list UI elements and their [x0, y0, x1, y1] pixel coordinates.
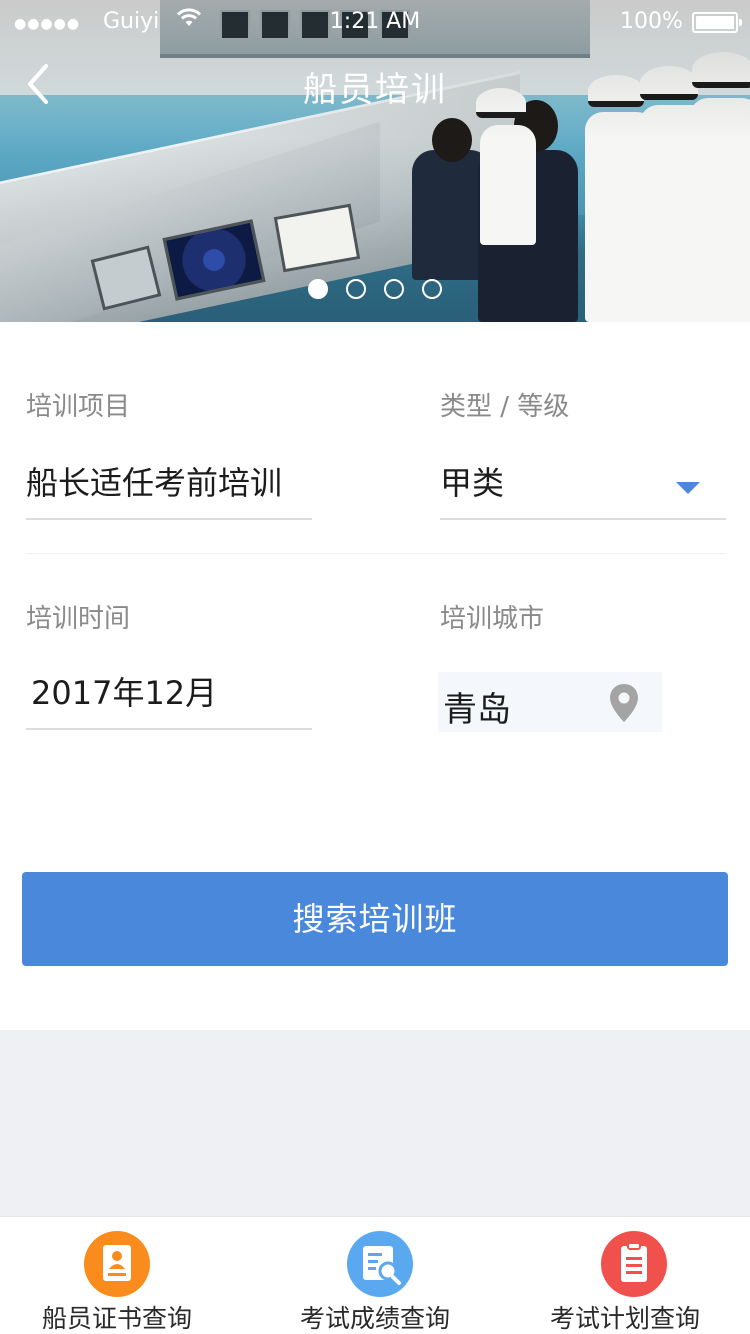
battery-percent: 100% — [620, 9, 683, 34]
carousel-dot[interactable] — [308, 279, 328, 299]
tab-label: 船员证书查询 — [41, 1304, 192, 1333]
carousel-dot[interactable] — [384, 279, 404, 299]
banner-officer — [480, 125, 536, 245]
certificate-icon — [84, 1231, 150, 1297]
project-field[interactable]: 船长适任考前培训 — [26, 456, 312, 520]
score-search-icon — [347, 1231, 413, 1297]
time-field[interactable]: 2017年12月 — [26, 666, 312, 730]
city-field[interactable]: 青岛 — [438, 672, 662, 732]
search-button[interactable]: 搜索培训班 — [22, 872, 728, 966]
time-value: 2017年12月 — [31, 674, 218, 712]
project-value: 船长适任考前培训 — [26, 464, 283, 502]
carousel-dot[interactable] — [346, 279, 366, 299]
city-label: 培训城市 — [440, 604, 545, 634]
project-label: 培训项目 — [26, 392, 131, 422]
bottom-tab-bar: 船员证书查询 考试成绩查询 考试计划查询 — [0, 1216, 750, 1334]
tab-certificate-query[interactable]: 船员证书查询 — [0, 1217, 250, 1334]
dropdown-arrow-icon — [676, 482, 700, 494]
type-select[interactable]: 甲类 — [440, 456, 726, 520]
type-value: 甲类 — [440, 464, 505, 502]
battery-icon — [692, 12, 742, 33]
status-bar: ●●●●● Guiyi 1:21 AM 100% — [0, 0, 750, 44]
page-title: 船员培训 — [303, 70, 447, 110]
clipboard-icon — [601, 1231, 667, 1297]
carousel-indicator — [308, 279, 442, 299]
banner-image — [0, 0, 750, 322]
location-pin-icon[interactable] — [608, 682, 640, 724]
carousel-dot[interactable] — [422, 279, 442, 299]
tab-exam-plan-query[interactable]: 考试计划查询 — [500, 1217, 750, 1334]
tab-label: 考试成绩查询 — [299, 1304, 450, 1333]
divider — [26, 553, 726, 554]
type-label: 类型 / 等级 — [440, 392, 570, 422]
time-label: 培训时间 — [26, 604, 131, 634]
city-value: 青岛 — [443, 690, 511, 730]
training-search-form: 培训项目 船长适任考前培训 类型 / 等级 甲类 培训时间 2017年12月 培… — [0, 322, 750, 1030]
tab-score-query[interactable]: 考试成绩查询 — [250, 1217, 500, 1334]
tab-label: 考试计划查询 — [549, 1304, 700, 1333]
